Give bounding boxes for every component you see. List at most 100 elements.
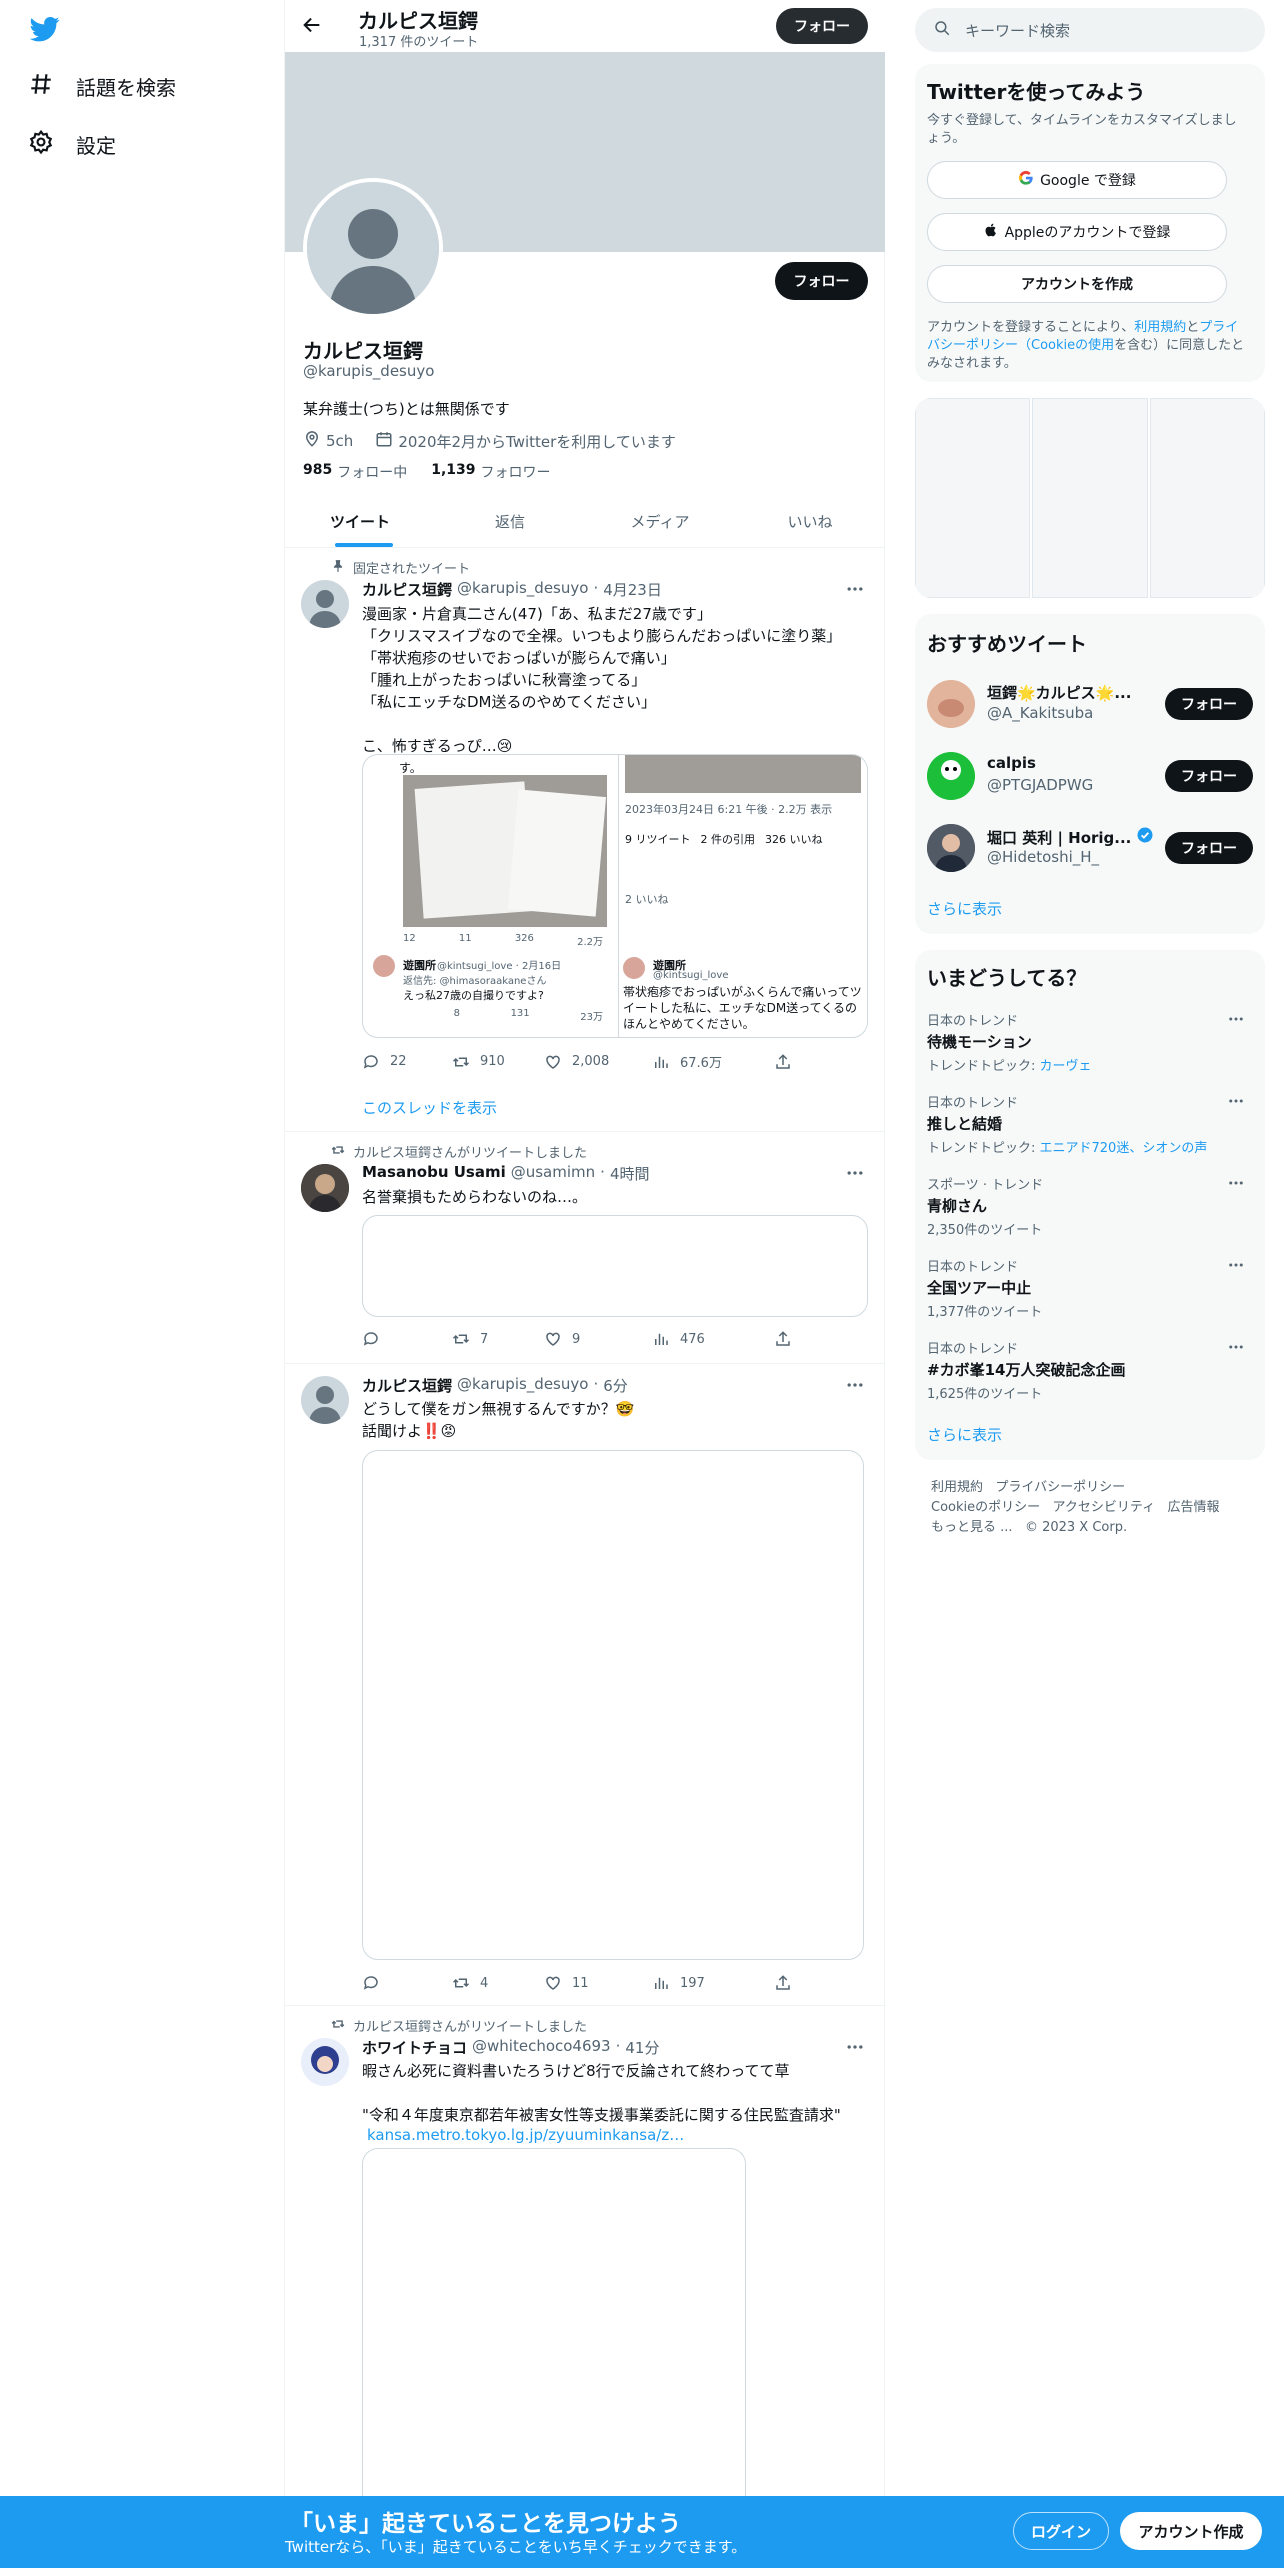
login-button[interactable]: ログイン bbox=[1013, 2512, 1109, 2550]
profile-follow-button[interactable]: フォロー bbox=[775, 262, 868, 300]
tab-media[interactable]: メディア bbox=[585, 495, 735, 547]
suggestion-follow-button[interactable]: フォロー bbox=[1165, 760, 1253, 792]
cookie-link[interactable]: （Cookieの使用 bbox=[1018, 338, 1114, 353]
back-arrow-icon[interactable] bbox=[301, 14, 323, 40]
suggestion-follow-button[interactable]: フォロー bbox=[1165, 688, 1253, 720]
reply-button[interactable] bbox=[362, 1330, 452, 1348]
more-icon[interactable] bbox=[1227, 1092, 1245, 1114]
suggestion-follow-button[interactable]: フォロー bbox=[1165, 832, 1253, 864]
trend-topic-link[interactable]: エニアド720迷、シオンの声 bbox=[1040, 1141, 1208, 1156]
tweet-card[interactable]: 固定されたツイート カルピス垣鍔 @karupis_desuyo · 4月23日… bbox=[285, 548, 885, 1132]
tweet-avatar[interactable] bbox=[301, 1164, 349, 1212]
more-icon[interactable] bbox=[845, 1163, 865, 1187]
tweet-time[interactable]: 4月23日 bbox=[603, 579, 662, 600]
media-thumb[interactable] bbox=[1149, 398, 1265, 598]
apple-signup-button[interactable]: Appleのアカウントで登録 bbox=[927, 213, 1227, 251]
more-icon[interactable] bbox=[845, 2037, 865, 2061]
tweet-time[interactable]: 6分 bbox=[603, 1375, 628, 1396]
trend-item[interactable]: 日本のトレンド 待機モーション トレンドトピック: カーヴェ bbox=[927, 1010, 1253, 1080]
follow-suggestion[interactable]: calpis @PTGJADPWG フォロー bbox=[927, 746, 1253, 806]
more-icon[interactable] bbox=[1227, 1338, 1245, 1360]
more-icon[interactable] bbox=[1227, 1174, 1245, 1196]
tweet-avatar[interactable] bbox=[301, 2038, 349, 2086]
tweet-media[interactable] bbox=[362, 1450, 864, 1960]
trend-item[interactable]: 日本のトレンド #カボ峯14万人突破記念企画 1,625件のツイート bbox=[927, 1338, 1253, 1408]
more-icon[interactable] bbox=[845, 1375, 865, 1399]
tweet-media[interactable] bbox=[362, 1215, 868, 1317]
tweet-author-handle[interactable]: @karupis_desuyo bbox=[457, 579, 588, 600]
tab-likes[interactable]: いいね bbox=[735, 495, 885, 547]
tweet-context-label[interactable]: カルピス垣鍔さんがリツイートしました bbox=[353, 2016, 587, 2035]
share-button[interactable] bbox=[774, 1330, 792, 1348]
tweet-author-handle[interactable]: @usamimn bbox=[511, 1163, 595, 1184]
google-signup-button[interactable]: Google で登録 bbox=[927, 161, 1227, 199]
tweet-avatar[interactable] bbox=[301, 580, 349, 628]
tweet-media[interactable] bbox=[362, 2148, 746, 2496]
trend-item[interactable]: スポーツ · トレンド 青柳さん 2,350件のツイート bbox=[927, 1174, 1253, 1244]
show-thread-link[interactable]: このスレッドを表示 bbox=[362, 1097, 497, 1118]
more-icon[interactable] bbox=[845, 579, 865, 603]
tweet-link[interactable]: kansa.metro.tokyo.lg.jp/zyuuminkansa/z… bbox=[367, 2126, 684, 2144]
tab-replies[interactable]: 返信 bbox=[435, 495, 585, 547]
tab-tweets[interactable]: ツイート bbox=[285, 495, 435, 547]
trend-item[interactable]: 日本のトレンド 全国ツアー中止 1,377件のツイート bbox=[927, 1256, 1253, 1326]
search-box[interactable]: キーワード検索 bbox=[915, 8, 1265, 52]
followers-label[interactable]: フォロワー bbox=[481, 462, 551, 482]
share-button[interactable] bbox=[774, 1974, 792, 1992]
followers-count[interactable]: 1,139 bbox=[431, 462, 475, 482]
footer-terms-link[interactable]: 利用規約 bbox=[931, 1480, 983, 1495]
trend-topic-link[interactable]: カーヴェ bbox=[1040, 1059, 1092, 1074]
retweet-button[interactable]: 910 bbox=[452, 1052, 544, 1071]
profile-avatar[interactable] bbox=[303, 178, 443, 318]
reply-button[interactable]: 22 bbox=[362, 1052, 452, 1071]
more-icon[interactable] bbox=[1227, 1010, 1245, 1032]
footer-accessibility-link[interactable]: アクセシビリティ bbox=[1053, 1500, 1156, 1515]
views-button[interactable]: 67.6万 bbox=[652, 1052, 774, 1071]
more-icon[interactable] bbox=[1227, 1256, 1245, 1278]
header-follow-button[interactable]: フォロー bbox=[776, 8, 868, 44]
tweet-avatar[interactable] bbox=[301, 1376, 349, 1424]
tweet-author-name[interactable]: ホワイトチョコ bbox=[362, 2037, 467, 2058]
following-label[interactable]: フォロー中 bbox=[337, 462, 407, 482]
like-button[interactable]: 11 bbox=[544, 1974, 652, 1992]
tweet-context-label[interactable]: カルピス垣鍔さんがリツイートしました bbox=[353, 1142, 587, 1161]
twitter-logo-icon[interactable] bbox=[28, 14, 62, 44]
create-account-button[interactable]: アカウントを作成 bbox=[927, 265, 1227, 303]
like-button[interactable]: 2,008 bbox=[544, 1052, 652, 1071]
tweet-time[interactable]: 41分 bbox=[625, 2037, 659, 2058]
following-count[interactable]: 985 bbox=[303, 462, 332, 482]
tweet-author-name[interactable]: Masanobu Usami bbox=[362, 1163, 506, 1184]
tweet-media[interactable]: す。 12 11 326 2.2万 遊園所 @kintsugi_love · 2月16… bbox=[362, 754, 868, 1038]
footer-more-link[interactable]: もっと見る ... bbox=[931, 1520, 1013, 1535]
nav-settings[interactable]: 設定 bbox=[28, 124, 116, 164]
nav-explore[interactable]: 話題を検索 bbox=[28, 66, 176, 106]
views-button[interactable]: 197 bbox=[652, 1974, 774, 1992]
footer-privacy-link[interactable]: プライバシーポリシー bbox=[995, 1480, 1125, 1495]
tweet-time[interactable]: 4時間 bbox=[610, 1163, 650, 1184]
tweet-card[interactable]: カルピス垣鍔さんがリツイートしました Masanobu Usami @usami… bbox=[285, 1132, 885, 1364]
like-button[interactable]: 9 bbox=[544, 1330, 652, 1348]
tweet-author-name[interactable]: カルピス垣鍔 bbox=[362, 579, 452, 600]
reply-button[interactable] bbox=[362, 1974, 452, 1992]
footer-ads-link[interactable]: 広告情報 bbox=[1168, 1500, 1220, 1515]
tweet-author-handle[interactable]: @karupis_desuyo bbox=[457, 1375, 588, 1396]
share-button[interactable] bbox=[774, 1052, 792, 1071]
trends-more-link[interactable]: さらに表示 bbox=[927, 1424, 1002, 1445]
search-input[interactable]: キーワード検索 bbox=[965, 20, 1070, 41]
footer-cookie-link[interactable]: Cookieのポリシー bbox=[931, 1500, 1040, 1515]
media-grid[interactable] bbox=[915, 398, 1265, 598]
views-button[interactable]: 476 bbox=[652, 1330, 774, 1348]
retweet-button[interactable]: 7 bbox=[452, 1330, 544, 1348]
tweet-author-name[interactable]: カルピス垣鍔 bbox=[362, 1375, 452, 1396]
media-thumb[interactable] bbox=[1032, 398, 1148, 598]
media-thumb[interactable] bbox=[915, 398, 1031, 598]
follow-suggestion[interactable]: 堀口 英利 | Horig... @Hidetoshi_H_ フォロー bbox=[927, 818, 1253, 878]
tweet-card[interactable]: カルピス垣鍔さんがリツイートしました ホワイトチョコ @whitechoco46… bbox=[285, 2006, 885, 2496]
follow-suggestion[interactable]: 垣鍔🌟カルピス🌟... @A_Kakitsuba フォロー bbox=[927, 674, 1253, 734]
trend-item[interactable]: 日本のトレンド 推しと結婚 トレンドトピック: エニアド720迷、シオンの声 bbox=[927, 1092, 1253, 1162]
retweet-button[interactable]: 4 bbox=[452, 1974, 544, 1992]
tweet-card[interactable]: カルピス垣鍔 @karupis_desuyo · 6分 どうして僕をガン無視する… bbox=[285, 1364, 885, 2006]
who-to-follow-more-link[interactable]: さらに表示 bbox=[927, 898, 1002, 919]
terms-link[interactable]: 利用規約 bbox=[1134, 320, 1186, 335]
signup-button[interactable]: アカウント作成 bbox=[1120, 2512, 1262, 2550]
